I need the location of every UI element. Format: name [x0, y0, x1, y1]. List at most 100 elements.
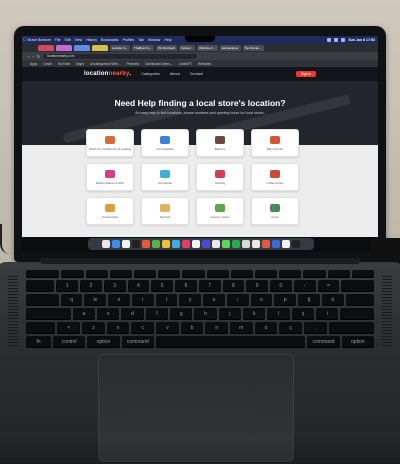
browser-tab[interactable]: [74, 45, 90, 51]
key[interactable]: ş: [291, 308, 315, 320]
bookmark-item[interactable]: ChatGPT: [179, 62, 192, 66]
browser-tab[interactable]: Website A…: [197, 45, 218, 51]
browser-tab[interactable]: TheBest Fo...: [132, 45, 155, 51]
category-card[interactable]: Construction: [86, 197, 134, 225]
key[interactable]: option: [341, 336, 375, 348]
browser-tab[interactable]: webdesigner: [219, 45, 241, 51]
key[interactable]: z: [82, 322, 105, 334]
reload-icon[interactable]: ↻: [37, 54, 40, 59]
menu-item[interactable]: Tab: [138, 38, 144, 42]
key[interactable]: [328, 322, 374, 334]
dock-app-icon[interactable]: [112, 240, 120, 248]
key[interactable]: v: [156, 322, 179, 334]
dock-app-icon[interactable]: [172, 240, 180, 248]
bookmark-item[interactable]: Apps: [30, 62, 37, 66]
key[interactable]: 8: [222, 280, 245, 292]
key[interactable]: a: [72, 308, 96, 320]
menu-item[interactable]: Brave Browser: [28, 38, 51, 42]
dock-app-icon[interactable]: [262, 240, 270, 248]
dock-app-icon[interactable]: [242, 240, 250, 248]
key[interactable]: q: [60, 294, 83, 306]
key[interactable]: d: [121, 308, 144, 320]
category-card[interactable]: Beauty Salons & SPA: [86, 163, 134, 191]
category-card[interactable]: Bars & Pubs: [251, 129, 299, 157]
key[interactable]: ç: [279, 322, 303, 334]
key[interactable]: -: [293, 280, 316, 292]
category-card[interactable]: Grocery stores: [196, 197, 244, 225]
key[interactable]: b: [180, 322, 204, 334]
key[interactable]: ö: [254, 322, 278, 334]
key[interactable]: ğ: [298, 294, 320, 306]
bookmark-item[interactable]: Websites: [198, 62, 211, 66]
key[interactable]: option: [87, 336, 120, 348]
dock-app-icon[interactable]: [232, 240, 240, 248]
key[interactable]: [158, 270, 181, 278]
category-card[interactable]: Clothing: [196, 163, 244, 191]
menu-item[interactable]: Bookmarks: [101, 38, 119, 42]
key[interactable]: r: [131, 294, 154, 306]
browser-tab[interactable]: Top Ranke…: [242, 45, 264, 51]
bookmark-item[interactable]: Gmail: [43, 62, 51, 66]
menu-item[interactable]: Profiles: [123, 38, 135, 42]
space-key[interactable]: [155, 336, 306, 348]
category-card[interactable]: HVAC Air Conditioning & Heating: [86, 129, 134, 157]
key[interactable]: [303, 270, 326, 278]
key[interactable]: 6: [175, 280, 197, 292]
key[interactable]: l: [267, 308, 290, 320]
dock-app-icon[interactable]: [202, 240, 210, 248]
menu-item[interactable]: View: [75, 38, 83, 42]
signin-button[interactable]: Sign in: [296, 71, 316, 77]
bookmark-item[interactable]: Maps: [76, 62, 84, 66]
browser-tab[interactable]: website fo...: [110, 45, 131, 51]
category-card[interactable]: Auto Repairs: [141, 129, 189, 157]
key[interactable]: [345, 294, 374, 306]
site-logo[interactable]: locationnearby.: [84, 71, 131, 77]
key[interactable]: i: [316, 308, 339, 320]
dock-app-icon[interactable]: [182, 240, 190, 248]
browser-tab[interactable]: [56, 45, 72, 51]
back-icon[interactable]: ‹: [28, 54, 29, 59]
key[interactable]: ı: [226, 294, 249, 306]
touch-id-key[interactable]: [351, 270, 374, 278]
key[interactable]: [85, 270, 108, 278]
dock-app-icon[interactable]: [132, 240, 140, 248]
browser-tab[interactable]: Upload: [179, 45, 196, 51]
menu-item[interactable]: Help: [164, 38, 171, 42]
key[interactable]: [26, 270, 60, 278]
key[interactable]: p: [274, 294, 297, 306]
nav-about[interactable]: About: [170, 72, 180, 76]
key[interactable]: [26, 322, 56, 334]
key[interactable]: =: [317, 280, 340, 292]
menubar-clock[interactable]: Sun Jun 8 17:53: [348, 38, 375, 42]
address-bar[interactable]: locationnearby.com: [43, 53, 198, 59]
dock-app-icon[interactable]: [122, 240, 130, 248]
key[interactable]: f: [145, 308, 169, 320]
key[interactable]: 7: [198, 280, 221, 292]
key[interactable]: u: [203, 294, 225, 306]
key[interactable]: [206, 270, 229, 278]
key[interactable]: [109, 270, 132, 278]
bookmark-item[interactable]: Pinterest: [127, 62, 140, 66]
key[interactable]: <: [57, 322, 81, 334]
key[interactable]: 4: [127, 280, 150, 292]
category-card[interactable]: Dentists: [141, 197, 189, 225]
key[interactable]: 9: [246, 280, 269, 292]
key[interactable]: x: [106, 322, 130, 334]
key[interactable]: [61, 270, 84, 278]
key[interactable]: [26, 294, 59, 306]
browser-tab[interactable]: [38, 45, 54, 51]
key[interactable]: fn: [26, 336, 51, 348]
key[interactable]: 0: [270, 280, 292, 292]
dock-app-icon[interactable]: [142, 240, 150, 248]
key[interactable]: [26, 280, 55, 292]
browser-tab[interactable]: [92, 45, 108, 51]
key[interactable]: s: [97, 308, 120, 320]
menu-item[interactable]: File: [55, 38, 61, 42]
key[interactable]: .: [304, 322, 327, 334]
control-center-icon[interactable]: [341, 38, 346, 42]
menu-item[interactable]: Edit: [65, 38, 71, 42]
key[interactable]: n: [205, 322, 229, 334]
key[interactable]: o: [250, 294, 273, 306]
battery-icon[interactable]: [334, 38, 339, 42]
key[interactable]: 1: [56, 280, 79, 292]
